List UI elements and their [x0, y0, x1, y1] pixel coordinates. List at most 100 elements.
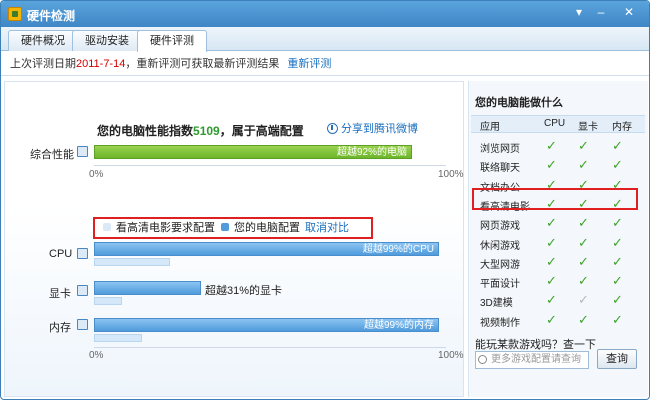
highlighted-row-frame	[472, 188, 638, 210]
check-icon: ✓	[578, 311, 589, 327]
close-icon[interactable]: ✕	[617, 4, 641, 21]
check-icon: ✓	[546, 215, 557, 231]
capability-title: 您的电脑能做什么	[475, 97, 563, 109]
capability-row: 浏览网页 ✓ ✓ ✓	[471, 137, 645, 156]
legend-light-swatch	[103, 223, 111, 231]
check-icon: ✓	[578, 273, 589, 289]
check-icon: ✓	[612, 215, 623, 231]
gpu-bar-text: 超越31%的显卡	[205, 285, 283, 297]
cancel-compare-link[interactable]: 取消对比	[305, 221, 349, 235]
info-suffix: ，重新评测可获取最新评测结果	[125, 58, 280, 70]
tab-bar: 硬件概况 驱动安装 硬件评测	[1, 27, 649, 52]
comparison-legend: 看高清电影要求配置 您的电脑配置 取消对比	[93, 217, 373, 239]
check-icon: ✓	[612, 273, 623, 289]
share-weibo-link[interactable]: 分享到腾讯微博	[327, 120, 418, 136]
tab-hardware-overview[interactable]: 硬件概况	[8, 30, 78, 51]
axis-min-label-2: 0%	[89, 350, 104, 361]
cpu-icon	[77, 248, 88, 259]
memory-label: 内存	[49, 322, 71, 334]
check-icon: ✓	[578, 138, 589, 153]
performance-score: 您的电脑性能指数5109，属于高端配置	[97, 122, 304, 139]
check-icon: ✓	[578, 215, 589, 231]
capability-app-name: 平面设计	[480, 279, 520, 291]
cpu-bar-text: 超越99%的CPU	[362, 244, 434, 255]
cpu-bar: 超越99%的CPU	[94, 242, 439, 256]
legend-yours: 您的电脑配置	[221, 221, 300, 235]
check-icon: ✓	[612, 234, 623, 250]
capability-row: 网页游戏 ✓ ✓ ✓	[471, 214, 645, 233]
legend-required: 看高清电影要求配置	[103, 221, 215, 235]
gpu-label: 显卡	[49, 288, 71, 300]
check-icon: ✓	[612, 292, 623, 308]
memory-bar: 超越99%的内存	[94, 318, 439, 332]
score-value: 5109	[193, 124, 220, 138]
capability-panel: 您的电脑能做什么 应用 CPU 显卡 内存 浏览网页 ✓ ✓ ✓ 联络聊天 ✓ ✓ ✓ 文档办公…	[468, 81, 648, 397]
check-icon: ✓	[578, 253, 589, 269]
performance-panel: 您的电脑性能指数5109，属于高端配置 分享到腾讯微博 综合性能 超越92%的电…	[4, 81, 464, 397]
game-search-input[interactable]: 更多游戏配置请查询	[475, 351, 589, 369]
component-axis	[94, 347, 446, 348]
gpu-required-bar	[94, 297, 122, 305]
legend-yours-label: 您的电脑配置	[234, 222, 300, 234]
check-icon: ✓	[546, 138, 557, 153]
check-icon: ✓	[546, 253, 557, 269]
title-bar: 硬件检测 ▾ – ✕	[1, 1, 649, 27]
legend-blue-swatch	[221, 223, 229, 231]
check-icon: ✓	[612, 157, 623, 173]
cpu-label: CPU	[49, 248, 73, 260]
memory-bar-text: 超越99%的内存	[363, 320, 434, 331]
retest-link[interactable]: 重新评测	[287, 58, 331, 70]
share-icon	[327, 123, 338, 134]
window-title: 硬件检测	[27, 9, 76, 23]
check-icon: ✓	[578, 292, 589, 308]
tab-driver-install[interactable]: 驱动安装	[72, 30, 142, 51]
minimize-icon[interactable]: –	[591, 4, 611, 21]
header-app: 应用	[480, 122, 500, 133]
capability-app-name: 网页游戏	[480, 221, 520, 233]
capability-row: 大型网游 ✓ ✓ ✓	[471, 253, 645, 272]
check-icon: ✓	[578, 157, 589, 173]
axis-min-label: 0%	[89, 169, 104, 180]
dropdown-arrow-icon[interactable]: ▾	[569, 4, 589, 21]
capability-app-name: 大型网游	[480, 259, 520, 271]
header-gpu: 显卡	[578, 122, 598, 133]
search-icon	[478, 355, 487, 364]
check-icon: ✓	[612, 253, 623, 269]
score-suffix: ，属于高端配置	[219, 124, 304, 138]
check-icon: ✓	[612, 138, 623, 153]
legend-required-label: 看高清电影要求配置	[116, 222, 215, 234]
header-cpu: CPU	[544, 118, 566, 129]
memory-required-bar	[94, 334, 142, 342]
capability-app-name: 视频制作	[480, 317, 520, 329]
capability-table-header: 应用 CPU 显卡 内存	[471, 115, 645, 133]
gpu-bar	[94, 281, 201, 295]
last-test-info: 上次评测日期2011-7-14，重新评测可获取最新评测结果 重新评测	[1, 52, 649, 76]
capability-app-name: 联络聊天	[480, 163, 520, 175]
check-icon: ✓	[546, 292, 557, 308]
info-prefix: 上次评测日期	[10, 58, 76, 70]
overall-label: 综合性能	[30, 149, 74, 161]
last-test-date: 2011-7-14	[76, 58, 126, 70]
capability-app-name: 休闲游戏	[480, 240, 520, 252]
axis-max-label-2: 100%	[438, 350, 464, 361]
app-window: 硬件检测 ▾ – ✕ 硬件概况 驱动安装 硬件评测 上次评测日期2011-7-1…	[0, 0, 650, 400]
score-prefix: 您的电脑性能指数	[97, 124, 194, 138]
check-icon: ✓	[612, 311, 623, 327]
app-logo-icon	[8, 7, 22, 21]
capability-app-name: 3D建模	[480, 298, 513, 310]
overall-bar: 超越92%的电脑	[94, 145, 412, 159]
axis-max-label: 100%	[438, 169, 464, 180]
capability-row: 联络聊天 ✓ ✓ ✓	[471, 156, 645, 175]
capability-row: 视频制作 ✓ ✓ ✓	[471, 311, 645, 330]
tab-hardware-benchmark[interactable]: 硬件评测	[137, 30, 207, 52]
capability-row: 平面设计 ✓ ✓ ✓	[471, 272, 645, 291]
overall-bar-text: 超越92%的电脑	[336, 147, 407, 158]
game-query-prompt: 能玩某款游戏吗？查一下	[475, 339, 596, 351]
overall-axis	[94, 165, 446, 166]
query-button[interactable]: 查询	[597, 349, 637, 369]
check-icon: ✓	[546, 157, 557, 173]
clipboard-icon	[77, 146, 88, 157]
check-icon: ✓	[546, 311, 557, 327]
capability-row: 休闲游戏 ✓ ✓ ✓	[471, 234, 645, 253]
capability-row: 3D建模 ✓ ✓ ✓	[471, 291, 645, 310]
